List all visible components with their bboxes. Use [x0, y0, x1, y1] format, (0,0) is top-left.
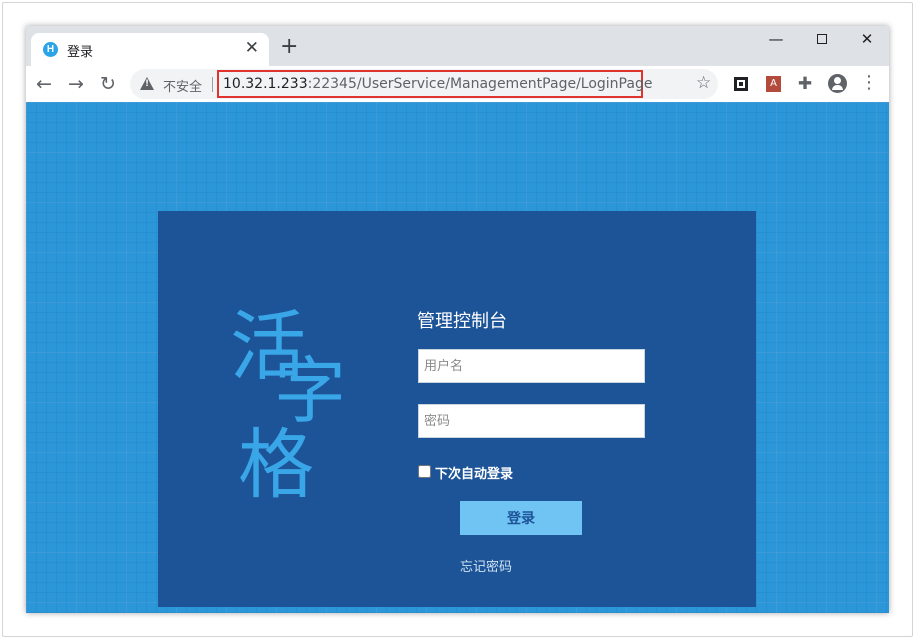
username-input[interactable] — [418, 349, 645, 383]
security-status[interactable]: 不安全 — [163, 76, 202, 95]
bookmark-star-icon[interactable]: ☆ — [696, 73, 711, 93]
address-bar[interactable]: 不安全 10.32.1.233:22345/UserService/Manage… — [130, 69, 718, 99]
tab-strip: H 登录 ✕ + — ✕ — [26, 26, 889, 66]
page-title: 管理控制台 — [417, 311, 507, 332]
page-viewport: 活 字 格 管理控制台 下次自动登录 登录 忘记密码 — [26, 102, 889, 613]
forward-arrow-icon[interactable]: → — [62, 70, 90, 98]
pdf-extension-icon[interactable]: A — [760, 71, 786, 97]
browser-menu-icon[interactable]: ⋮ — [856, 71, 882, 97]
logo-char-2: 字 — [274, 349, 347, 433]
remember-me-checkbox[interactable] — [418, 465, 431, 478]
logo-char-3: 格 — [238, 420, 314, 509]
tab-login[interactable]: H 登录 ✕ — [31, 33, 269, 66]
brand-logo: 活 字 格 — [222, 301, 362, 511]
browser-window: H 登录 ✕ + — ✕ ← → ↻ 不安全 10.32.1.233:22345… — [26, 26, 889, 613]
qr-code-extension-icon[interactable] — [728, 71, 754, 97]
url-text[interactable]: 10.32.1.233:22345/UserService/Management… — [223, 76, 652, 92]
url-host: 10.32.1.233 — [223, 76, 308, 92]
extensions-puzzle-icon[interactable]: ✚ — [792, 71, 818, 97]
forgot-password-link[interactable]: 忘记密码 — [460, 556, 512, 575]
login-panel: 活 字 格 管理控制台 下次自动登录 登录 忘记密码 — [158, 211, 756, 607]
url-highlight-box[interactable]: 10.32.1.233:22345/UserService/Management… — [217, 70, 652, 98]
window-minimize-icon[interactable]: — — [753, 26, 799, 56]
warning-triangle-icon[interactable] — [140, 77, 154, 90]
password-input[interactable] — [418, 404, 645, 438]
login-button[interactable]: 登录 — [460, 501, 582, 535]
address-divider — [212, 77, 213, 92]
reload-icon[interactable]: ↻ — [94, 70, 122, 98]
url-path: :22345/UserService/ManagementPage/LoginP… — [307, 76, 653, 92]
window-maximize-icon[interactable] — [799, 26, 845, 56]
new-tab-icon[interactable]: + — [280, 35, 298, 59]
remember-me-label[interactable]: 下次自动登录 — [435, 463, 513, 482]
browser-toolbar: ← → ↻ 不安全 10.32.1.233:22345/UserService/… — [26, 66, 889, 102]
pdf-glyph: A — [766, 76, 781, 92]
profile-avatar-icon[interactable] — [824, 71, 850, 97]
site-favicon-icon: H — [43, 42, 58, 57]
tab-title: 登录 — [67, 45, 94, 60]
close-tab-icon[interactable]: ✕ — [245, 38, 259, 58]
window-close-icon[interactable]: ✕ — [844, 26, 889, 56]
back-arrow-icon[interactable]: ← — [30, 70, 58, 98]
